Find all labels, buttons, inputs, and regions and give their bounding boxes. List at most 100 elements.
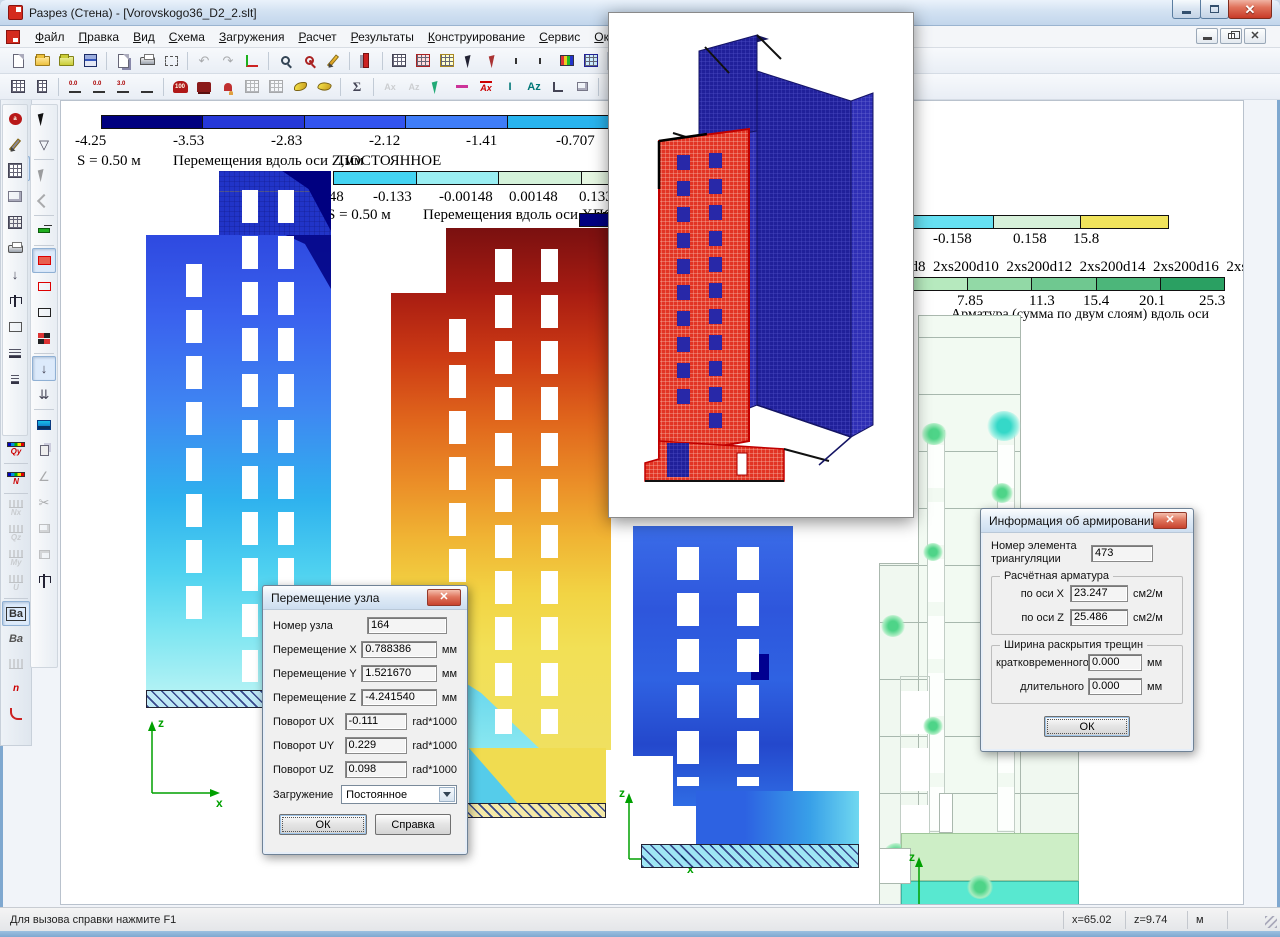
teal-bar-icon[interactable]: I <box>498 76 522 98</box>
force-n-icon[interactable]: N <box>2 466 30 491</box>
angle-icon[interactable]: ∠ <box>32 464 56 489</box>
zoom-target-icon[interactable] <box>297 50 321 72</box>
import-model-icon[interactable] <box>54 50 78 72</box>
armature-a-icon[interactable]: a <box>3 106 27 131</box>
rainbow-cursor-icon[interactable] <box>426 76 450 98</box>
level-dim-icon[interactable]: 0.0 <box>63 76 87 98</box>
menu-service[interactable]: Сервис <box>532 28 587 46</box>
rect-red-icon[interactable] <box>32 274 56 299</box>
grid-cut-icon[interactable] <box>30 76 54 98</box>
az-gray-icon[interactable]: Az <box>402 76 426 98</box>
add-select-icon[interactable] <box>32 162 56 187</box>
scissors-icon[interactable]: ✂ <box>32 490 56 515</box>
close-button[interactable]: ✕ <box>1228 0 1272 19</box>
crack-long-field[interactable]: 0.000 <box>1088 678 1142 695</box>
az-teal-icon[interactable]: Az <box>522 76 546 98</box>
node-tree-icon[interactable] <box>3 288 27 313</box>
podium-icon[interactable] <box>32 412 56 437</box>
ba-italic-icon[interactable]: Ba <box>2 626 30 651</box>
rebar-z-field[interactable]: 25.486 <box>1070 609 1128 626</box>
down-arrow-mesh-icon[interactable]: ↓ <box>3 262 27 287</box>
load-mesh-icon[interactable] <box>411 50 435 72</box>
green-flags-icon[interactable] <box>507 50 531 72</box>
help-button[interactable]: Справка <box>375 814 451 835</box>
support-springs-icon[interactable] <box>3 340 27 365</box>
loadcase-dropdown[interactable]: Постоянное <box>341 785 457 804</box>
ba-icon[interactable]: Ba <box>2 601 30 626</box>
menu-view[interactable]: Вид <box>126 28 162 46</box>
minimize-button[interactable] <box>1172 0 1201 19</box>
polygon-cut-icon[interactable] <box>32 516 56 541</box>
ok-button[interactable]: ОК <box>1044 716 1130 737</box>
chevron-down-icon[interactable] <box>439 787 455 802</box>
n-pxy-icon[interactable]: n <box>2 676 30 701</box>
print-icon[interactable] <box>135 50 159 72</box>
color-display-icon[interactable] <box>555 50 579 72</box>
displacement-z-field[interactable]: -4.241540 <box>361 689 437 706</box>
dim-cut-icon[interactable] <box>135 76 159 98</box>
ax-red-icon[interactable]: Ax <box>474 76 498 98</box>
corner-l-icon[interactable] <box>546 76 570 98</box>
hatch-panel-icon[interactable] <box>3 210 27 235</box>
mdi-minimize-button[interactable] <box>1196 28 1218 44</box>
displacement-y-field[interactable]: 1.521670 <box>361 665 437 682</box>
projection-bar-icon[interactable] <box>354 50 378 72</box>
mesh-grid-icon[interactable] <box>387 50 411 72</box>
filter-icon[interactable]: ▽ <box>32 132 56 157</box>
dialog-close-button[interactable]: ✕ <box>427 589 461 606</box>
lock-100-icon[interactable]: 100 <box>168 76 192 98</box>
edit-pencil-icon[interactable] <box>321 50 345 72</box>
slab-camera-icon[interactable] <box>3 236 27 261</box>
epure-gray-icon[interactable] <box>2 651 30 676</box>
box-corner-icon[interactable] <box>570 76 594 98</box>
ax-gray-icon[interactable]: Ax <box>378 76 402 98</box>
mdi-close-button[interactable]: ✕ <box>1244 28 1266 44</box>
node-displacement-dialog[interactable]: Перемещение узла ✕ Номер узла 164 Переме… <box>262 585 468 855</box>
coordinate-axes-icon[interactable] <box>240 50 264 72</box>
four-squares-icon[interactable] <box>32 326 56 351</box>
polyline-select-icon[interactable] <box>32 188 56 213</box>
node-number-field[interactable]: 164 <box>367 617 447 634</box>
grid-icon[interactable] <box>6 76 30 98</box>
pencil-hatch-icon[interactable] <box>3 132 27 157</box>
ghost-mesh-icon[interactable] <box>240 76 264 98</box>
fragment-flash-icon[interactable] <box>435 50 459 72</box>
undo-icon[interactable]: ↶ <box>192 50 216 72</box>
sigma-icon[interactable]: Σ <box>345 76 369 98</box>
polygon-cut-2-icon[interactable] <box>32 542 56 567</box>
menu-results[interactable]: Результаты <box>344 28 421 46</box>
ghost-mesh-2-icon[interactable] <box>264 76 288 98</box>
mdi-restore-button[interactable] <box>1220 28 1242 44</box>
worker-icon[interactable] <box>216 76 240 98</box>
model-3d-preview-window[interactable] <box>608 12 914 518</box>
copy-icon[interactable] <box>32 438 56 463</box>
menu-analysis[interactable]: Расчет <box>291 28 343 46</box>
blue-flag-icon[interactable] <box>531 50 555 72</box>
rotation-ux-field[interactable]: -0.111 <box>345 713 408 730</box>
triple-arrow-icon[interactable]: ⇊ <box>32 382 56 407</box>
paint-brush-icon[interactable] <box>32 218 56 243</box>
element-number-field[interactable]: 473 <box>1091 545 1153 562</box>
select-cursor-icon[interactable] <box>459 50 483 72</box>
menu-file[interactable]: Файл <box>28 28 72 46</box>
displacement-x-field[interactable]: 0.788386 <box>361 641 437 658</box>
epure-nx-icon[interactable]: Nx <box>2 496 30 521</box>
new-document-icon[interactable] <box>6 50 30 72</box>
resize-grip[interactable] <box>1265 916 1277 928</box>
level-dim-up-icon[interactable]: 0.0 <box>87 76 111 98</box>
leaf-2-icon[interactable] <box>312 76 336 98</box>
elevation-icon[interactable]: 3.0 <box>111 76 135 98</box>
epure-u-icon[interactable]: U <box>2 571 30 596</box>
menu-loadcases[interactable]: Загружения <box>212 28 292 46</box>
save-icon[interactable] <box>78 50 102 72</box>
menu-edit[interactable]: Правка <box>72 28 127 46</box>
maximize-button[interactable] <box>1200 0 1229 19</box>
rect-black-icon[interactable] <box>32 300 56 325</box>
check-mesh-icon[interactable] <box>3 314 27 339</box>
menu-design[interactable]: Конструирование <box>421 28 532 46</box>
leaf-icon[interactable] <box>288 76 312 98</box>
building-mesh-icon[interactable] <box>3 158 27 183</box>
rebar-x-field[interactable]: 23.247 <box>1070 585 1128 602</box>
building-section-blue[interactable] <box>633 526 859 871</box>
zoom-in-icon[interactable] <box>273 50 297 72</box>
